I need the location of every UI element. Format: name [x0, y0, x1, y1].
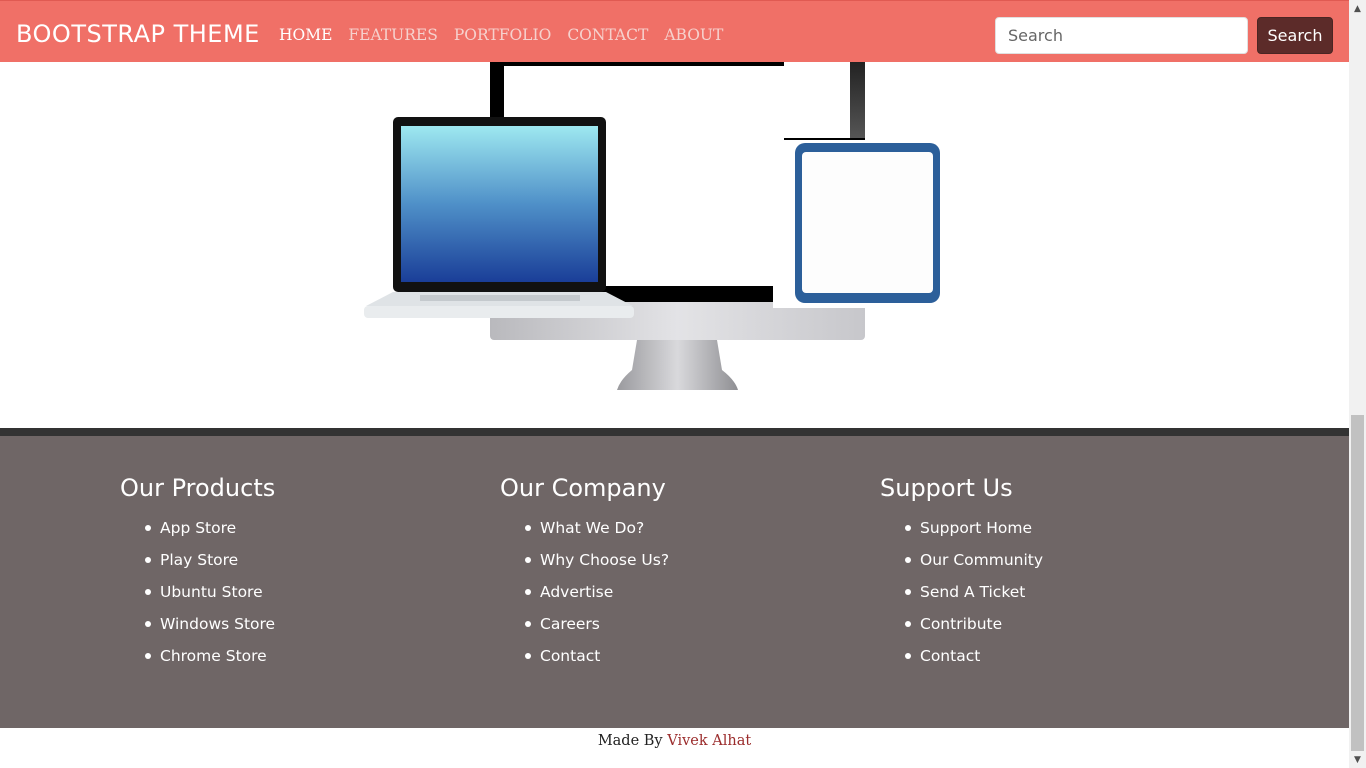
scrollbar-thumb[interactable]	[1351, 415, 1364, 751]
nav-link-features[interactable]: FEATURES	[348, 25, 437, 45]
footer-link-support-contact[interactable]: Contact	[905, 640, 1240, 672]
nav-link-home[interactable]: HOME	[279, 25, 332, 45]
footer-link-play-store[interactable]: Play Store	[145, 544, 480, 576]
footer-link-company-contact[interactable]: Contact	[525, 640, 860, 672]
footer-link-contribute[interactable]: Contribute	[905, 608, 1240, 640]
footer: Our Products App Store Play Store Ubuntu…	[0, 436, 1349, 728]
footer-heading-products: Our Products	[120, 474, 276, 502]
footer-link-our-community[interactable]: Our Community	[905, 544, 1240, 576]
footer-link-chrome-store[interactable]: Chrome Store	[145, 640, 480, 672]
navbar: BOOTSTRAP THEME HOME FEATURES PORTFOLIO …	[0, 0, 1349, 62]
devices-image	[0, 62, 1349, 428]
footer-heading-company: Our Company	[500, 474, 666, 502]
footer-heading-support: Support Us	[880, 474, 1013, 502]
footer-link-ubuntu-store[interactable]: Ubuntu Store	[145, 576, 480, 608]
phone-device	[773, 140, 963, 308]
devices-illustration	[364, 62, 963, 390]
scroll-up-arrow-icon[interactable]: ▲	[1349, 0, 1366, 17]
footer-link-windows-store[interactable]: Windows Store	[145, 608, 480, 640]
vertical-scrollbar[interactable]: ▲ ▼	[1349, 0, 1366, 768]
search-button[interactable]: Search	[1257, 17, 1333, 54]
laptop-device	[364, 117, 634, 318]
brand-logo[interactable]: BOOTSTRAP THEME	[16, 19, 260, 49]
nav-link-portfolio[interactable]: PORTFOLIO	[454, 25, 551, 45]
footer-column-company: Our Company What We Do? Why Choose Us? A…	[500, 472, 860, 672]
page: BOOTSTRAP THEME HOME FEATURES PORTFOLIO …	[0, 0, 1349, 768]
footer-link-why-choose-us[interactable]: Why Choose Us?	[525, 544, 860, 576]
footer-link-app-store[interactable]: App Store	[145, 512, 480, 544]
footer-column-products: Our Products App Store Play Store Ubuntu…	[120, 472, 480, 672]
nav-link-about[interactable]: ABOUT	[664, 25, 723, 45]
footer-column-support: Support Us Support Home Our Community Se…	[880, 472, 1240, 672]
footer-link-support-home[interactable]: Support Home	[905, 512, 1240, 544]
credit-author-link[interactable]: Vivek Alhat	[667, 733, 751, 749]
footer-divider	[0, 428, 1349, 436]
credit-prefix: Made By	[597, 733, 663, 749]
footer-link-advertise[interactable]: Advertise	[525, 576, 860, 608]
nav-link-contact[interactable]: CONTACT	[567, 25, 648, 45]
footer-list-products: App Store Play Store Ubuntu Store Window…	[120, 512, 480, 672]
footer-link-what-we-do[interactable]: What We Do?	[525, 512, 860, 544]
footer-list-company: What We Do? Why Choose Us? Advertise Car…	[500, 512, 860, 672]
footer-link-careers[interactable]: Careers	[525, 608, 860, 640]
footer-link-send-ticket[interactable]: Send A Ticket	[905, 576, 1240, 608]
scroll-down-arrow-icon[interactable]: ▼	[1349, 751, 1366, 768]
footer-list-support: Support Home Our Community Send A Ticket…	[880, 512, 1240, 672]
credit-line: Made By Vivek Alhat	[0, 728, 1349, 768]
search-input[interactable]	[995, 17, 1248, 54]
nav-links: HOME FEATURES PORTFOLIO CONTACT ABOUT	[279, 25, 739, 45]
